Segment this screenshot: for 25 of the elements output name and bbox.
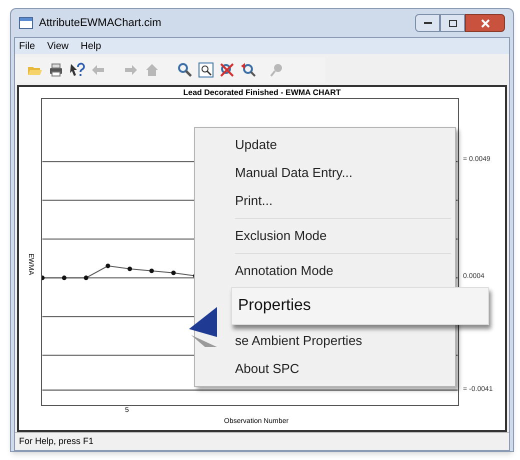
menu-item[interactable]: Manual Data Entry... — [235, 163, 353, 183]
menu-item[interactable]: File — [19, 38, 36, 54]
menu-item[interactable]: Properties — [231, 287, 489, 325]
menu-item[interactable]: Annotation Mode — [235, 261, 334, 281]
help-pointer-icon[interactable] — [69, 62, 85, 78]
zoom-box-icon[interactable] — [198, 62, 214, 78]
zoom-undo-icon[interactable] — [240, 62, 256, 78]
maximize-button[interactable] — [440, 14, 465, 32]
magnifier-icon[interactable] — [177, 62, 193, 78]
chart-title: Lead Decorated Finished - EWMA CHART — [182, 87, 342, 98]
menu-item[interactable]: View — [47, 38, 69, 54]
status-bar-text: For Help, press F1 — [19, 434, 94, 448]
window-app-icon — [19, 17, 33, 29]
menu-item[interactable]: Print... — [235, 191, 273, 211]
menu-item[interactable]: About SPC — [235, 359, 300, 379]
menu-item[interactable]: Help — [80, 38, 102, 54]
close-button[interactable] — [465, 14, 505, 32]
printer-icon[interactable] — [48, 62, 64, 78]
close-icon — [480, 18, 490, 28]
window-title: AttributeEWMAChart.cim — [39, 16, 162, 31]
minimize-button[interactable] — [415, 14, 440, 32]
zoom-cross-icon[interactable] — [219, 62, 235, 78]
menu-item[interactable]: se Ambient Properties — [235, 331, 362, 351]
menu-item[interactable]: Exclusion Mode — [235, 226, 327, 246]
menu-item[interactable]: Update — [235, 135, 277, 155]
